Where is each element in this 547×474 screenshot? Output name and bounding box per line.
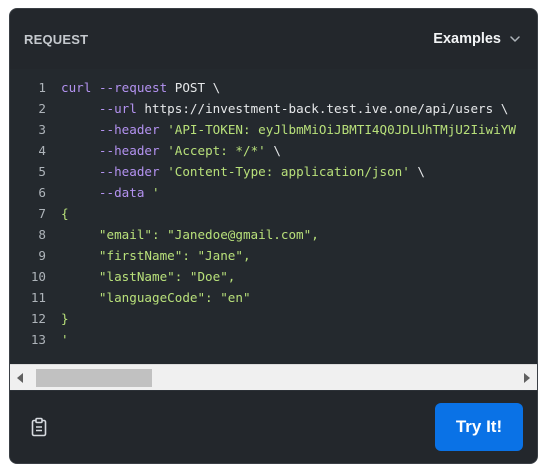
- clipboard-icon[interactable]: [30, 417, 48, 437]
- code-line: 5 --header 'Content-Type: application/js…: [10, 161, 516, 182]
- code-token: "lastName": "Doe",: [61, 269, 236, 284]
- code-line: 9 "firstName": "Jane",: [10, 245, 516, 266]
- code-token: \: [265, 143, 281, 158]
- code-token: "email": "Janedoe@gmail.com",: [61, 227, 319, 242]
- code-token: "firstName": "Jane",: [61, 248, 251, 263]
- line-source: --header 'API-TOKEN: eyJlbmMiOiJBMTI4Q0J…: [46, 119, 516, 140]
- code-line: 1 curl --request POST \: [10, 77, 516, 98]
- code-token: --url: [98, 101, 137, 116]
- line-source: "languageCode": "en": [46, 287, 251, 308]
- code-line: 7{: [10, 203, 516, 224]
- line-source: curl --request POST \: [46, 77, 220, 98]
- arrow-left-icon: [17, 373, 23, 383]
- line-number: 13: [30, 332, 46, 347]
- line-source: --header 'Content-Type: application/json…: [46, 161, 425, 182]
- code-token: --request: [98, 80, 168, 95]
- line-source: "email": "Janedoe@gmail.com",: [46, 224, 319, 245]
- line-number: 10: [30, 269, 46, 284]
- line-number: 9: [38, 248, 46, 263]
- code-token: }: [61, 311, 69, 326]
- code-line: 2 --url https://investment-back.test.ive…: [10, 98, 516, 119]
- scroll-right-button[interactable]: [517, 365, 537, 391]
- code-token: 'Accept: */*': [167, 143, 266, 158]
- line-source: "lastName": "Doe",: [46, 266, 235, 287]
- line-source: --url https://investment-back.test.ive.o…: [46, 98, 508, 119]
- line-source: }: [46, 308, 69, 329]
- code-token: --data: [98, 185, 145, 200]
- code-line: 3 --header 'API-TOKEN: eyJlbmMiOiJBMTI4Q…: [10, 119, 516, 140]
- code-lines: 1 curl --request POST \ 2 --url https://in…: [10, 77, 516, 350]
- line-source: --header 'Accept: */*' \: [46, 140, 281, 161]
- line-number: 6: [38, 185, 46, 200]
- line-source: ': [46, 329, 69, 350]
- code-token: --header: [98, 164, 160, 179]
- code-token: POST \: [167, 80, 221, 95]
- line-number: 11: [30, 290, 46, 305]
- code-block[interactable]: 1 curl --request POST \ 2 --url https://in…: [10, 69, 537, 371]
- code-token: "languageCode": "en": [61, 290, 251, 305]
- line-number: 2: [38, 101, 46, 116]
- code-token: 'API-TOKEN: eyJlbmMiOiJBMTI4Q0JDLUhTMjU2…: [167, 122, 516, 137]
- code-token: 'Content-Type: application/json': [167, 164, 410, 179]
- code-line: 8 "email": "Janedoe@gmail.com",: [10, 224, 516, 245]
- code-token: {: [61, 206, 69, 221]
- line-number: 1: [38, 80, 46, 95]
- scrollbar-thumb[interactable]: [36, 369, 152, 387]
- line-number: 5: [38, 164, 46, 179]
- line-source: {: [46, 203, 69, 224]
- request-panel: REQUEST Examples 1 curl --request POST \ 2…: [9, 8, 538, 464]
- examples-dropdown[interactable]: Examples: [433, 31, 521, 47]
- request-footer: Try It!: [10, 390, 537, 463]
- request-title: REQUEST: [24, 31, 89, 47]
- scroll-left-button[interactable]: [10, 365, 30, 391]
- chevron-down-icon: [510, 36, 520, 42]
- line-number: 8: [38, 227, 46, 242]
- line-number: 7: [38, 206, 46, 221]
- line-source: "firstName": "Jane",: [46, 245, 251, 266]
- code-token: curl: [61, 80, 92, 95]
- code-line: 4 --header 'Accept: */*' \: [10, 140, 516, 161]
- code-line: 10 "lastName": "Doe",: [10, 266, 516, 287]
- code-line: 13 ': [10, 329, 516, 350]
- arrow-right-icon: [524, 373, 530, 383]
- code-token: https://investment-back.test.ive.one/api…: [136, 101, 509, 116]
- code-line: 11 "languageCode": "en": [10, 287, 516, 308]
- code-token: --header: [98, 143, 160, 158]
- examples-label: Examples: [433, 31, 501, 47]
- code-token: --header: [98, 122, 160, 137]
- line-number: 4: [38, 143, 46, 158]
- code-line: 12}: [10, 308, 516, 329]
- request-header: REQUEST Examples: [10, 9, 537, 69]
- code-token: ': [152, 185, 160, 200]
- horizontal-scrollbar[interactable]: [10, 364, 537, 390]
- line-source: --data ': [46, 182, 160, 203]
- code-token: \: [409, 164, 425, 179]
- try-it-button[interactable]: Try It!: [435, 403, 523, 451]
- line-number: 3: [38, 122, 46, 137]
- code-token: ': [61, 332, 69, 347]
- code-line: 6 --data ': [10, 182, 516, 203]
- line-number: 12: [30, 311, 46, 326]
